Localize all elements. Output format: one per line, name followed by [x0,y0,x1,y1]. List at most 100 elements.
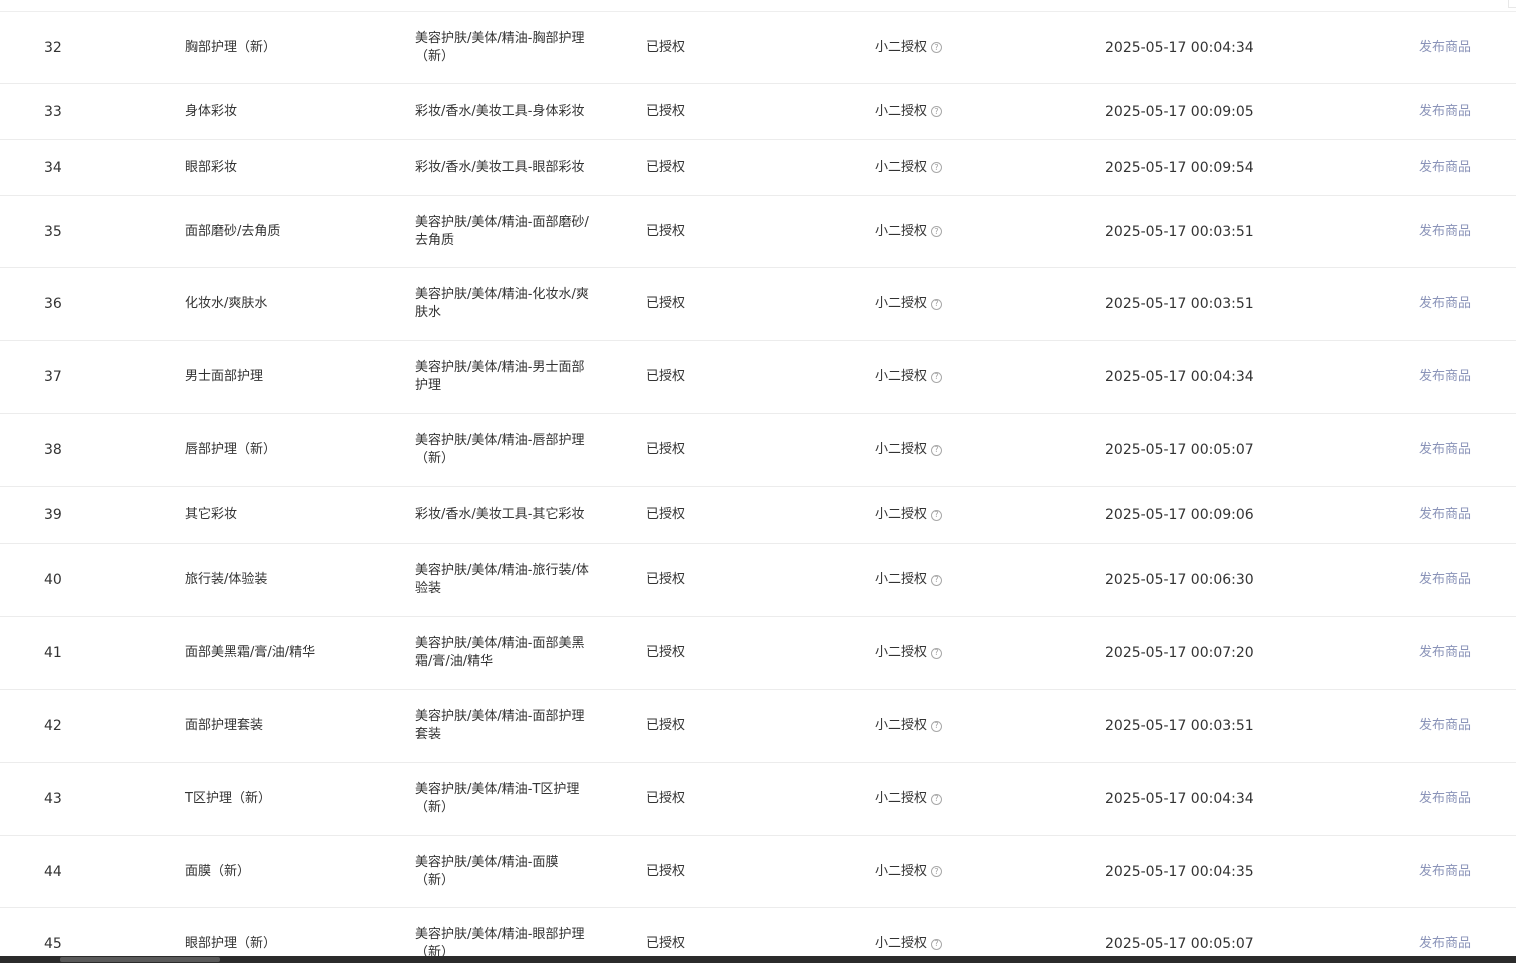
auth-status: 已授权 [646,39,686,55]
auth-status: 已授权 [646,718,686,733]
auth-type-label: 小二授权 [875,369,928,384]
category-name: 面膜（新） [185,863,251,879]
row-index: 42 [44,718,62,734]
row-index: 45 [44,936,62,952]
publish-product-link[interactable]: 发布商品 [1419,690,1509,762]
row-index: 40 [44,572,62,588]
auth-time: 2025-05-17 00:06:30 [1105,572,1254,588]
row-index: 37 [44,369,62,385]
auth-type: 小二授权? [875,617,1075,689]
question-circle-icon[interactable]: ? [931,371,943,383]
table-row: 41 面部美黑霜/膏/油/精华 美容护肤/美体/精油-面部美黑 霜/膏/油/精华 已授权… [0,617,1516,690]
auth-type: 小二授权? [875,341,1075,413]
auth-status: 已授权 [646,223,686,239]
row-index: 34 [44,159,62,176]
auth-type: 小二授权? [875,908,1075,963]
category-name: 男士面部护理 [185,369,264,384]
publish-product-link[interactable]: 发布商品 [1419,414,1509,486]
question-circle-icon[interactable]: ? [931,793,943,805]
table-row: 37 男士面部护理 美容护肤/美体/精油-男士面部 护理 已授权 小二授权? 2025-05… [0,341,1516,414]
table-row: 42 面部护理套装 美容护肤/美体/精油-面部护理 套装 已授权 小二授权? 2025-05… [0,690,1516,763]
auth-type-label: 小二授权 [875,103,928,119]
question-circle-icon[interactable]: ? [931,509,943,521]
category-path-line: （新） [415,451,455,466]
category-name: 面部磨砂/去角质 [185,223,281,239]
category-path-line: 霜/膏/油/精华 [415,654,494,669]
table-row: 34 眼部彩妆 彩妆/香水/美妆工具-眼部彩妆 已授权 小二授权? 2025-05-17 … [0,140,1516,196]
question-circle-icon[interactable]: ? [931,938,943,950]
horizontal-scrollbar[interactable] [0,956,1516,963]
auth-type-label: 小二授权 [875,718,928,733]
category-path-line: 美容护肤/美体/精油-面部护理 [415,709,585,724]
category-path: 美容护肤/美体/精油-旅行装/体 验装 [415,544,615,616]
category-path: 美容护肤/美体/精油-面部护理 套装 [415,690,615,762]
category-path: 美容护肤/美体/精油-化妆水/爽 肤水 [415,268,615,340]
auth-status: 已授权 [646,572,686,587]
category-path: 美容护肤/美体/精油-男士面部 护理 [415,341,615,413]
auth-status: 已授权 [646,296,686,311]
question-circle-icon[interactable]: ? [931,226,943,237]
scrollbar-thumb[interactable] [60,957,220,962]
auth-status: 已授权 [646,791,686,806]
table-row: 35 面部磨砂/去角质 美容护肤/美体/精油-面部磨砂/去角质 已授权 小二授权? 202… [0,196,1516,268]
category-path-line: 护理 [415,378,442,393]
category-name: 眼部护理（新） [185,936,277,951]
category-path: 彩妆/香水/美妆工具-眼部彩妆 [415,140,615,195]
auth-type-label: 小二授权 [875,645,928,660]
question-circle-icon[interactable]: ? [931,866,943,877]
category-path-line: 去角质 [415,232,455,248]
table-corner [1508,0,1516,8]
publish-product-link[interactable]: 发布商品 [1419,84,1509,139]
row-index: 44 [44,863,62,880]
question-circle-icon[interactable]: ? [931,162,943,173]
table-row: 38 唇部护理（新） 美容护肤/美体/精油-唇部护理 （新） 已授权 小二授权? 2025-… [0,414,1516,487]
question-circle-icon[interactable]: ? [931,42,943,53]
publish-product-link[interactable]: 发布商品 [1419,12,1509,83]
category-name: 唇部护理（新） [185,442,277,457]
question-circle-icon[interactable]: ? [931,720,943,732]
category-path-line: 彩妆/香水/美妆工具-其它彩妆 [415,507,585,522]
auth-type-label: 小二授权 [875,936,928,951]
publish-product-link[interactable]: 发布商品 [1419,487,1509,543]
publish-product-link[interactable]: 发布商品 [1419,196,1509,267]
auth-time: 2025-05-17 00:04:34 [1105,39,1254,56]
question-circle-icon[interactable]: ? [931,444,943,456]
row-index: 39 [44,507,62,523]
publish-product-link[interactable]: 发布商品 [1419,140,1509,195]
auth-type-label: 小二授权 [875,572,928,587]
table-top-edge [0,0,1516,12]
publish-product-link[interactable]: 发布商品 [1419,617,1509,689]
category-path: 美容护肤/美体/精油-面部磨砂/去角质 [415,196,615,267]
auth-status: 已授权 [646,863,686,879]
publish-product-link[interactable]: 发布商品 [1419,341,1509,413]
question-circle-icon[interactable]: ? [931,106,943,117]
auth-time: 2025-05-17 00:03:51 [1105,718,1254,734]
category-path-line: 肤水 [415,305,442,320]
category-table: 32 胸部护理（新） 美容护肤/美体/精油-胸部护理 （新） 已授权 小二授权? 2025-… [0,12,1516,963]
category-name: 其它彩妆 [185,507,238,522]
auth-type: 小二授权? [875,544,1075,616]
auth-status: 已授权 [646,103,686,119]
publish-product-link[interactable]: 发布商品 [1419,544,1509,616]
auth-status: 已授权 [646,936,686,951]
auth-type-label: 小二授权 [875,791,928,806]
publish-product-link[interactable]: 发布商品 [1419,908,1509,963]
publish-product-link[interactable]: 发布商品 [1419,763,1509,835]
category-path-line: 美容护肤/美体/精油-化妆水/爽 [415,287,589,302]
question-circle-icon[interactable]: ? [931,647,943,659]
category-path-line: （新） [415,800,455,815]
publish-product-link[interactable]: 发布商品 [1419,836,1509,907]
question-circle-icon[interactable]: ? [931,574,943,586]
publish-product-link[interactable]: 发布商品 [1419,268,1509,340]
question-circle-icon[interactable]: ? [931,298,943,310]
category-path-line: 美容护肤/美体/精油-胸部护理 [415,30,585,46]
auth-type: 小二授权? [875,690,1075,762]
category-name: 身体彩妆 [185,103,238,119]
auth-status: 已授权 [646,369,686,384]
category-path-line: 套装 [415,727,442,742]
category-path-line: 彩妆/香水/美妆工具-眼部彩妆 [415,159,585,175]
auth-type: 小二授权? [875,268,1075,340]
table-row: 36 化妆水/爽肤水 美容护肤/美体/精油-化妆水/爽 肤水 已授权 小二授权? 2025-… [0,268,1516,341]
auth-type: 小二授权? [875,140,1075,195]
category-path-line: 美容护肤/美体/精油-唇部护理 [415,433,585,448]
